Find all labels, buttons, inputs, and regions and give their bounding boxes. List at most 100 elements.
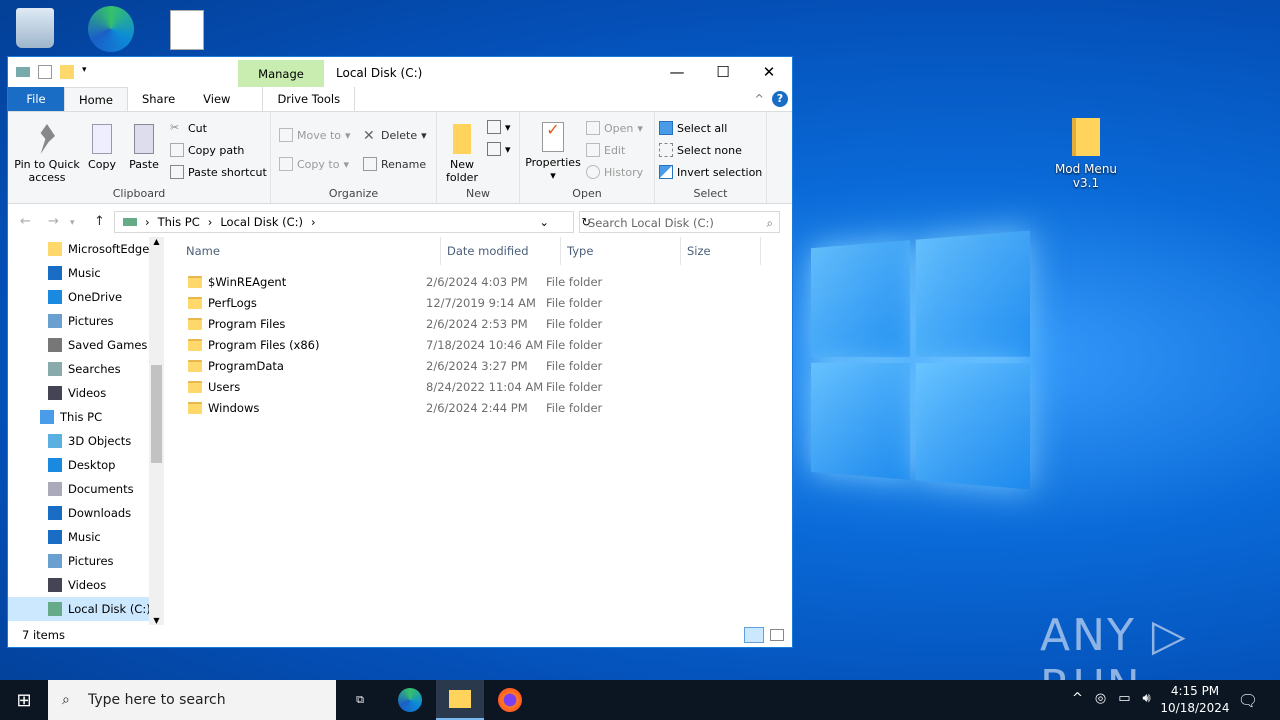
file-row[interactable]: Program Files (x86) 7/18/2024 10:46 AM Fil… — [166, 334, 792, 355]
start-button[interactable]: ⊞ — [0, 680, 48, 720]
nav-item[interactable]: MicrosoftEdge — [8, 237, 164, 261]
file-name: Program Files — [208, 316, 286, 331]
select-none-icon — [659, 143, 673, 157]
volume-icon[interactable]: 🔊︎ — [1143, 691, 1151, 706]
3d-icon — [48, 434, 62, 448]
address-dropdown-icon[interactable]: ⌄ — [539, 215, 549, 229]
tab-drive-tools[interactable]: Drive Tools — [262, 87, 356, 111]
copy-button[interactable]: Copy — [84, 124, 120, 171]
folder-icon — [188, 275, 202, 288]
edge-desktop-icon[interactable] — [88, 6, 134, 52]
back-button[interactable]: ← — [20, 214, 31, 229]
meet-now-icon[interactable]: ◎ — [1095, 691, 1106, 706]
mod-menu-folder[interactable]: Mod Menu v3.1 — [1050, 118, 1122, 190]
recycle-bin-icon[interactable] — [16, 8, 54, 48]
address-bar[interactable]: › This PC › Local Disk (C:) › ⌄ ↻ — [114, 211, 591, 233]
file-row[interactable]: ProgramData 2/6/2024 3:27 PM File folder — [166, 355, 792, 376]
manage-context-tab[interactable]: Manage — [238, 60, 324, 87]
copy-to-button[interactable]: Copy to ▾ — [279, 157, 349, 171]
select-none-button[interactable]: Select none — [659, 143, 742, 157]
file-type: File folder — [546, 379, 603, 394]
forward-button[interactable]: → — [48, 214, 59, 229]
pc-icon — [40, 410, 54, 424]
nav-item[interactable]: Documents — [8, 477, 164, 501]
rename-button[interactable]: Rename — [363, 157, 426, 171]
firefox-icon — [498, 688, 522, 712]
easy-access-button[interactable]: ▾ — [487, 142, 511, 156]
file-row[interactable]: PerfLogs 12/7/2019 9:14 AM File folder — [166, 292, 792, 313]
new-folder-button[interactable]: New folder — [441, 124, 483, 184]
nav-item[interactable]: Pictures — [8, 309, 164, 333]
history-icon — [586, 165, 600, 179]
tab-file[interactable]: File — [8, 87, 64, 111]
delete-button[interactable]: ✕ Delete ▾ — [363, 128, 427, 144]
collapse-ribbon-icon[interactable]: ^ — [754, 92, 764, 106]
column-date-modified[interactable]: Date modified — [441, 237, 561, 265]
paste-shortcut-button[interactable]: Paste shortcut — [170, 165, 267, 179]
file-row[interactable]: Program Files 2/6/2024 2:53 PM File folder — [166, 313, 792, 334]
nav-item[interactable]: Videos — [8, 573, 164, 597]
nav-item[interactable]: Pictures — [8, 549, 164, 573]
edit-button[interactable]: Edit — [586, 143, 625, 157]
notifications-button[interactable]: 🗨︎ — [1224, 680, 1272, 720]
nav-item[interactable]: Music — [8, 261, 164, 285]
task-view-button[interactable]: ⧉ — [336, 680, 384, 720]
file-explorer-taskbar-button[interactable] — [436, 680, 484, 720]
nav-item[interactable]: Videos — [8, 381, 164, 405]
column-size[interactable]: Size — [681, 237, 761, 265]
properties-qat-icon[interactable] — [38, 65, 52, 79]
tab-share[interactable]: Share — [128, 87, 189, 111]
history-button[interactable]: History — [586, 165, 643, 179]
move-to-button[interactable]: Move to ▾ — [279, 128, 351, 142]
large-icons-view-button[interactable] — [770, 629, 784, 641]
file-date: 8/24/2022 11:04 AM — [426, 379, 544, 394]
help-icon[interactable]: ? — [772, 91, 788, 107]
copy-path-button[interactable]: Copy path — [170, 143, 244, 157]
column-type[interactable]: Type — [561, 237, 681, 265]
tab-home[interactable]: Home — [64, 87, 128, 111]
nav-item[interactable]: Music — [8, 525, 164, 549]
search-input[interactable]: Search Local Disk (C:) ⌕ — [579, 211, 780, 233]
file-row[interactable]: $WinREAgent 2/6/2024 4:03 PM File folder — [166, 271, 792, 292]
folder-icon — [1072, 118, 1100, 156]
firefox-taskbar-button[interactable] — [486, 680, 534, 720]
column-name[interactable]: Name — [166, 237, 441, 265]
maximize-button[interactable]: ☐ — [700, 57, 746, 87]
up-button[interactable]: ↑ — [94, 214, 105, 229]
invert-selection-button[interactable]: Invert selection — [659, 165, 762, 179]
nav-item[interactable]: OneDrive — [8, 285, 164, 309]
pin-button[interactable]: Pin to Quick access — [12, 124, 82, 184]
taskbar-search[interactable]: ⌕ Type here to search — [48, 680, 336, 720]
nav-item[interactable]: 3D Objects — [8, 429, 164, 453]
breadcrumb-this-pc[interactable]: This PC — [158, 215, 200, 229]
breadcrumb-local-disk[interactable]: Local Disk (C:) — [220, 215, 303, 229]
open-label: Open — [572, 187, 602, 200]
close-button[interactable]: ✕ — [746, 57, 792, 87]
file-row[interactable]: Users 8/24/2022 11:04 AM File folder — [166, 376, 792, 397]
recent-locations-button[interactable]: ▾ — [70, 218, 75, 228]
new-folder-qat-icon[interactable] — [60, 65, 74, 79]
details-view-button[interactable] — [744, 627, 764, 643]
file-row[interactable]: Windows 2/6/2024 2:44 PM File folder — [166, 397, 792, 418]
select-all-button[interactable]: Select all — [659, 121, 727, 135]
new-item-button[interactable]: ▾ — [487, 120, 511, 134]
minimize-button[interactable]: — — [654, 57, 700, 87]
cut-button[interactable]: ✂ Cut — [170, 121, 207, 135]
customize-qat-icon[interactable]: ▾ — [82, 65, 96, 79]
nav-scrollbar[interactable]: ▲ ▼ — [149, 237, 164, 625]
nav-item[interactable]: Local Disk (C:) — [8, 597, 164, 621]
show-hidden-icons[interactable]: ^ — [1072, 691, 1083, 706]
properties-button[interactable]: ✓ Properties ▾ — [524, 122, 582, 183]
open-button[interactable]: Open ▾ — [586, 121, 643, 135]
tab-view[interactable]: View — [189, 87, 244, 111]
edge-taskbar-button[interactable] — [386, 680, 434, 720]
network-icon[interactable]: ▭ — [1118, 691, 1130, 706]
paste-button[interactable]: Paste — [126, 124, 162, 171]
nav-item[interactable]: Downloads — [8, 501, 164, 525]
document-desktop-icon[interactable] — [170, 10, 204, 50]
nav-item[interactable]: This PC — [8, 405, 164, 429]
clock[interactable]: 4:15 PM 10/18/2024 — [1160, 683, 1230, 717]
nav-item[interactable]: Desktop — [8, 453, 164, 477]
nav-item[interactable]: Searches — [8, 357, 164, 381]
nav-item[interactable]: Saved Games — [8, 333, 164, 357]
